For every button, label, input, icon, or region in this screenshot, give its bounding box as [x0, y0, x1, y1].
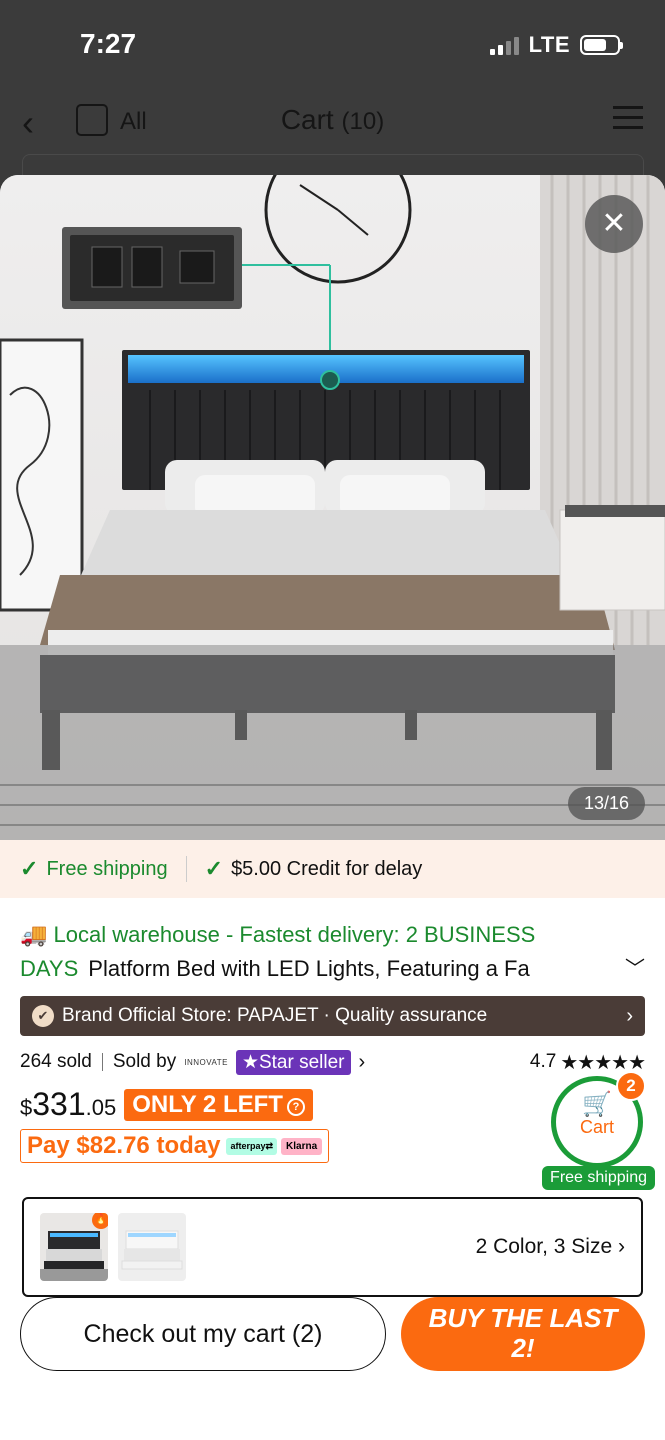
white-bed-thumbnail	[118, 1213, 186, 1281]
cart-free-shipping-pill: Free shipping	[542, 1166, 655, 1190]
sold-by-label: Sold by	[112, 1051, 177, 1072]
delivery-and-title[interactable]: 🚚 Local warehouse - Fastest delivery: 2 …	[0, 898, 665, 986]
product-sheet: ✕ 13/16 ✓ Free shipping ✓ $5.00 Credit f…	[0, 175, 665, 1440]
free-shipping-text: Free shipping	[46, 857, 168, 880]
installment-offer[interactable]: Pay $82.76 today afterpay⇄ Klarna	[20, 1129, 330, 1163]
page-title-count: (10)	[341, 108, 385, 135]
seller-logo[interactable]: INNOVATE	[184, 1058, 228, 1067]
hot-icon: 🔥	[92, 1213, 108, 1229]
divider	[101, 1053, 103, 1071]
status-bar: 7:27 LTE	[0, 0, 665, 90]
price-currency: $	[20, 1095, 33, 1120]
product-image[interactable]: ✕ 13/16	[0, 175, 665, 840]
floating-cart-button[interactable]: 🛒 Cart 2	[551, 1071, 646, 1168]
klarna-logo: Klarna	[281, 1137, 323, 1155]
rating-value: 4.7	[529, 1051, 557, 1072]
signal-icon	[489, 35, 519, 55]
status-time: 7:27	[80, 28, 137, 59]
star-seller-badge[interactable]: ★Star seller	[235, 1049, 351, 1075]
sold-count: 264 sold	[20, 1051, 92, 1072]
delivery-line-1: 🚚 Local warehouse - Fastest delivery: 2 …	[20, 918, 645, 952]
sales-meta: 264 sold Sold by INNOVATE ★Star seller ›…	[0, 1036, 665, 1075]
variant-thumb-white[interactable]	[118, 1213, 186, 1281]
price-cents: .05	[85, 1095, 117, 1120]
cart-label: Cart	[579, 1117, 614, 1137]
brand-store-text: Brand Official Store: PAPAJET · Quality …	[62, 1005, 488, 1026]
star-icon: ★	[241, 1051, 259, 1073]
price-whole: 331	[32, 1086, 86, 1122]
variant-options-text: 2 Color, 3 Size	[475, 1235, 613, 1258]
buy-last-line-2: 2!	[511, 1333, 535, 1363]
bed-illustration	[0, 175, 665, 840]
stock-badge[interactable]: ONLY 2 LEFT?	[124, 1088, 313, 1121]
buy-last-button[interactable]: BUY THE LAST 2!	[401, 1297, 645, 1371]
chevron-right-icon[interactable]: ›	[359, 1051, 366, 1074]
truck-icon: 🚚	[20, 922, 48, 947]
verified-badge-icon: ✔	[32, 1005, 54, 1027]
variant-selector[interactable]: 🔥 2 Color, 3 Size ›	[22, 1197, 643, 1297]
afterpay-logo: afterpay⇄	[226, 1137, 278, 1155]
star-seller-text: Star seller	[258, 1051, 345, 1073]
delay-credit-text: $5.00 Credit for delay	[231, 857, 423, 880]
network-label: LTE	[528, 32, 570, 57]
check-icon: ✓	[20, 856, 39, 881]
cart-count-badge: 2	[616, 1071, 646, 1101]
buy-last-line-1: BUY THE LAST	[428, 1303, 618, 1333]
chevron-right-icon: ›	[626, 1004, 633, 1027]
stock-badge-text: ONLY 2 LEFT	[132, 1090, 283, 1118]
product-info: 🚚 Local warehouse - Fastest delivery: 2 …	[0, 898, 665, 1297]
close-icon[interactable]: ✕	[585, 195, 643, 253]
delivery-line-2: DAYS Platform Bed with LED Lights, Featu…	[20, 952, 645, 986]
menu-icon[interactable]	[613, 106, 643, 136]
battery-icon	[580, 35, 623, 55]
variant-thumb-black[interactable]: 🔥	[40, 1213, 108, 1281]
page-title: Cart (10)	[0, 104, 665, 136]
variant-options: 2 Color, 3 Size ›	[476, 1235, 625, 1259]
check-icon: ✓	[204, 856, 224, 881]
delivery-text: Local warehouse - Fastest delivery: 2 BU…	[53, 922, 536, 947]
price: $331.05	[20, 1086, 116, 1123]
delivery-days: DAYS	[20, 956, 79, 981]
product-title: Platform Bed with LED Lights, Featuring …	[88, 956, 530, 981]
cart-nav-bar: ‹ All Cart (10)	[0, 90, 665, 160]
page-title-text: Cart	[280, 104, 334, 135]
checkout-cart-button[interactable]: Check out my cart (2)	[20, 1297, 386, 1371]
delay-credit-benefit: ✓ $5.00 Credit for delay	[205, 856, 423, 882]
action-buttons: Check out my cart (2) BUY THE LAST 2!	[0, 1297, 665, 1371]
divider	[185, 856, 187, 882]
free-shipping-benefit: ✓ Free shipping	[20, 856, 168, 882]
info-icon: ?	[286, 1097, 305, 1116]
chevron-right-icon: ›	[618, 1235, 625, 1258]
pay-today-text: Pay $82.76 today	[27, 1132, 221, 1159]
status-indicators: LTE	[489, 32, 623, 58]
shipping-benefits: ✓ Free shipping ✓ $5.00 Credit for delay	[0, 840, 665, 898]
brand-store-bar[interactable]: ✔ Brand Official Store: PAPAJET · Qualit…	[20, 996, 645, 1036]
image-counter: 13/16	[567, 787, 645, 820]
chevron-down-icon[interactable]: ﹀	[625, 952, 645, 986]
